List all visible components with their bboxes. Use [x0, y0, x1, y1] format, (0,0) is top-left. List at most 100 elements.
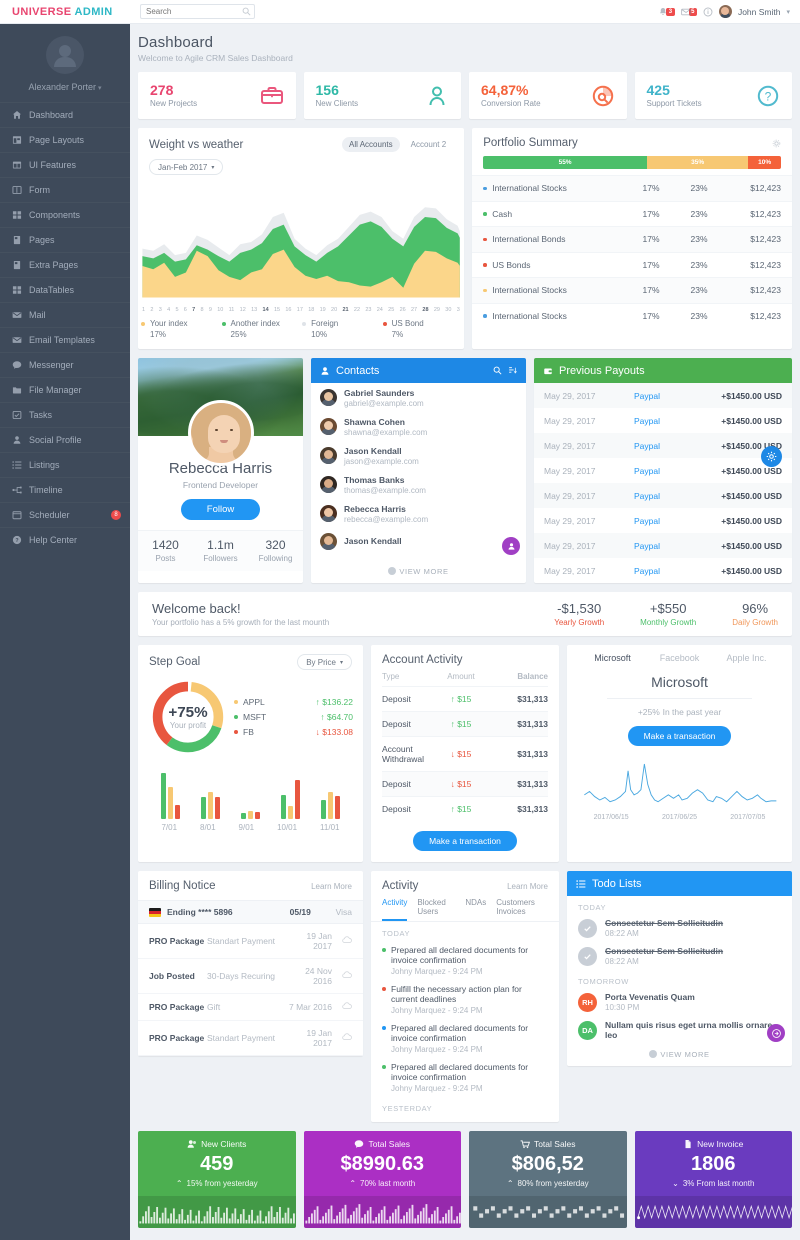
search-icon[interactable]	[493, 366, 502, 375]
activity-tab-ndas[interactable]: NDAs	[465, 898, 486, 921]
activity-learn-more[interactable]: Learn More	[507, 882, 548, 891]
sidebar-item-file-manager[interactable]: File Manager	[0, 377, 130, 402]
table-row[interactable]: May 29, 2017 Paypal +$1450.00 USD	[534, 508, 792, 533]
stock-transaction-button[interactable]: Make a transaction	[627, 726, 732, 746]
check-icon[interactable]	[578, 918, 597, 938]
account-tab-account-2[interactable]: Account 2	[404, 137, 454, 152]
contacts-view-more[interactable]: VIEW MORE	[311, 561, 526, 583]
follow-button[interactable]: Follow	[180, 499, 261, 520]
sidebar-item-pages[interactable]: Pages	[0, 227, 130, 252]
tile-total-sales[interactable]: Total Sales $806,52 ⌃ 80% from yesterday	[469, 1131, 627, 1228]
search-input[interactable]	[140, 4, 255, 19]
list-item[interactable]: Fulfill the necessary action plan for cu…	[371, 980, 559, 1019]
list-item[interactable]: Jason Kendall	[311, 528, 526, 554]
list-item[interactable]: Thomas Banks thomas@example.com	[311, 470, 526, 499]
notifications-group[interactable]: 3	[658, 7, 675, 17]
payout-method[interactable]: Paypal	[634, 416, 694, 426]
cloud-download-icon[interactable]	[332, 935, 352, 947]
stock-tab-facebook[interactable]: Facebook	[646, 653, 713, 663]
step-goal-filter[interactable]: By Price ▾	[297, 654, 352, 670]
payout-method[interactable]: Paypal	[634, 541, 694, 551]
sidebar-item-mail[interactable]: Mail	[0, 302, 130, 327]
payout-method[interactable]: Paypal	[634, 466, 694, 476]
brand-logo[interactable]: UNIVERSE ADMIN	[0, 6, 135, 18]
tile-new-clients[interactable]: New Clients 459 ⌃ 15% from yesterday	[138, 1131, 296, 1228]
sidebar-item-email-templates[interactable]: Email Templates	[0, 327, 130, 352]
table-row[interactable]: PRO Package Standart Payment 19 Jan 2017	[138, 1021, 363, 1056]
cloud-download-icon[interactable]	[332, 1032, 352, 1044]
table-row[interactable]: International Stocks 17% 23% $12,423	[472, 277, 792, 303]
sidebar-item-extra-pages[interactable]: Extra Pages	[0, 252, 130, 277]
table-row[interactable]: May 29, 2017 Paypal +$1450.00 USD	[534, 558, 792, 583]
list-item[interactable]: Consectetur Sem Sollicitudin 08:22 AM	[567, 914, 792, 942]
table-row[interactable]: May 29, 2017 Paypal +$1450.00 USD	[534, 483, 792, 508]
user-name[interactable]: John Smith	[738, 7, 781, 17]
list-item[interactable]: Prepared all declared documents for invo…	[371, 1019, 559, 1058]
stock-tab-apple-inc-[interactable]: Apple Inc.	[713, 653, 780, 663]
tile-total-sales[interactable]: Total Sales $8990.63 ⌃ 70% last month	[303, 1131, 461, 1228]
table-row[interactable]: International Stocks 17% 23% $12,423	[472, 302, 792, 329]
sidebar-profile[interactable]: Alexander Porter ▾	[0, 24, 130, 102]
add-todo-fab[interactable]	[767, 1024, 785, 1042]
table-row[interactable]: Deposit ↑ $15 $31,313	[382, 686, 548, 712]
table-row[interactable]: Account Withdrawal ↓ $15 $31,313	[382, 736, 548, 772]
table-row[interactable]: Deposit ↓ $15 $31,313	[382, 771, 548, 797]
sidebar-item-page-layouts[interactable]: Page Layouts	[0, 127, 130, 152]
table-row[interactable]: May 29, 2017 Paypal +$1450.00 USD	[534, 458, 792, 483]
sidebar-item-form[interactable]: Form	[0, 177, 130, 202]
list-item[interactable]: Shawna Cohen shawna@example.com	[311, 412, 526, 441]
chevron-down-icon[interactable]: ▾	[786, 8, 790, 16]
table-row[interactable]: May 29, 2017 Paypal +$1450.00 USD	[534, 533, 792, 558]
stat-card-new-clients[interactable]: 156 New Clients	[303, 72, 461, 119]
payout-method[interactable]: Paypal	[634, 516, 694, 526]
add-contact-fab[interactable]	[502, 537, 520, 555]
table-row[interactable]: May 29, 2017 Paypal +$1450.00 USD	[534, 408, 792, 433]
sidebar-item-dashboard[interactable]: Dashboard	[0, 102, 130, 127]
sidebar-item-help-center[interactable]: ? Help Center	[0, 527, 130, 552]
stat-card-conversion-rate[interactable]: 64,87% Conversion Rate	[469, 72, 627, 119]
table-row[interactable]: May 29, 2017 Paypal +$1450.00 USD	[534, 433, 792, 458]
bell-icon[interactable]	[658, 7, 668, 17]
list-item[interactable]: Prepared all declared documents for invo…	[371, 1058, 559, 1097]
sidebar-item-social-profile[interactable]: Social Profile	[0, 427, 130, 452]
settings-fab[interactable]	[761, 446, 782, 467]
activity-tab-activity[interactable]: Activity	[382, 898, 408, 921]
list-item[interactable]: Jason Kendall jason@example.com	[311, 441, 526, 470]
payout-method[interactable]: Paypal	[634, 441, 694, 451]
payout-method[interactable]: Paypal	[634, 566, 694, 576]
todo-view-more[interactable]: VIEW MORE	[567, 1044, 792, 1066]
sidebar-user-name[interactable]: Alexander Porter ▾	[0, 82, 130, 92]
table-row[interactable]: PRO Package Gift 7 Mar 2016	[138, 994, 363, 1021]
stat-card-new-projects[interactable]: 278 New Projects	[138, 72, 296, 119]
list-item[interactable]: Gabriel Saunders gabriel@example.com	[311, 383, 526, 412]
list-item[interactable]: DA Nullam quis risus eget urna mollis orn…	[567, 1016, 792, 1044]
tile-new-invoice[interactable]: New Invoice 1806 ⌄ 3% From last month	[634, 1131, 792, 1228]
activity-tab-customers-invoices[interactable]: Customers Invoices	[496, 898, 548, 921]
sidebar-item-timeline[interactable]: Timeline	[0, 477, 130, 502]
stock-tab-microsoft[interactable]: Microsoft	[579, 653, 646, 663]
check-icon[interactable]	[578, 946, 597, 966]
make-transaction-button[interactable]: Make a transaction	[413, 831, 517, 851]
table-row[interactable]: Deposit ↑ $15 $31,313	[382, 796, 548, 821]
sidebar-item-messenger[interactable]: Messenger	[0, 352, 130, 377]
table-row[interactable]: International Stocks 17% 23% $12,423	[472, 175, 792, 201]
table-row[interactable]: US Bonds 17% 23% $12,423	[472, 251, 792, 278]
activity-tab-blocked-users[interactable]: Blocked Users	[417, 898, 455, 921]
info-icon[interactable]	[703, 7, 713, 17]
search-box[interactable]	[140, 4, 255, 19]
payout-method[interactable]: Paypal	[634, 391, 694, 401]
billing-learn-more[interactable]: Learn More	[311, 882, 352, 891]
table-row[interactable]: PRO Package Standart Payment 19 Jan 2017	[138, 924, 363, 959]
table-row[interactable]: International Bonds 17% 23% $12,423	[472, 226, 792, 252]
gear-icon[interactable]	[772, 139, 781, 148]
table-row[interactable]: Cash 17% 23% $12,423	[472, 200, 792, 227]
account-tab-all-accounts[interactable]: All Accounts	[342, 137, 400, 152]
sort-icon[interactable]	[508, 366, 517, 375]
list-item[interactable]: RH Porta Vevenatis Quam 10:30 PM	[567, 988, 792, 1016]
list-item[interactable]: Rebecca Harris rebecca@example.com	[311, 499, 526, 528]
table-row[interactable]: Job Posted 30-Days Recuring 24 Nov 2016	[138, 959, 363, 994]
avatar[interactable]	[718, 5, 732, 18]
table-row[interactable]: May 29, 2017 Paypal +$1450.00 USD	[534, 383, 792, 408]
sidebar-item-datatables[interactable]: DataTables	[0, 277, 130, 302]
list-item[interactable]: Prepared all declared documents for invo…	[371, 941, 559, 980]
